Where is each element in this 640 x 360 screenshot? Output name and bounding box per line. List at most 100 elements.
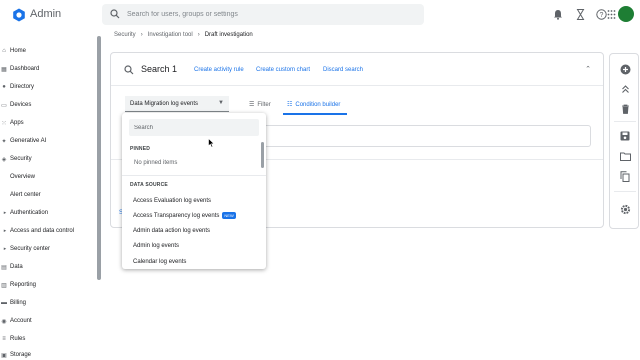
- sidebar-item-security-center[interactable]: ▸ Security center: [0, 242, 96, 256]
- breadcrumb: Security › Investigation tool › Draft in…: [114, 32, 253, 38]
- list-item-label: Access Transparency log events: [133, 212, 220, 219]
- help-icon[interactable]: ?: [596, 9, 607, 20]
- sidebar-item-label: Reporting: [10, 282, 37, 288]
- sidebar-item-label: Security: [10, 156, 32, 162]
- list-item[interactable]: Admin log events: [122, 238, 258, 253]
- tab-label: Filter: [257, 101, 271, 108]
- tab-label: Condition builder: [295, 101, 341, 108]
- divider: [122, 175, 266, 176]
- sidebar-item-label: Generative AI: [10, 138, 47, 144]
- dropdown-scrollbar[interactable]: [261, 142, 264, 168]
- mouse-cursor-icon: [208, 138, 215, 148]
- billing-icon: ▬: [1, 300, 7, 306]
- search-card-header: Search 1 Create activity rule Create cus…: [111, 53, 603, 86]
- reporting-icon: ▥: [1, 282, 7, 289]
- sidebar-item-devices[interactable]: ▭ Devices: [0, 98, 96, 112]
- chevron-right-icon: ›: [140, 32, 143, 38]
- list-item[interactable]: Access Transparency log events NEW: [122, 208, 258, 223]
- right-toolbar: [609, 53, 639, 229]
- sidebar: ⌂ Home ▦ Dashboard ● Directory ▭ Devices ⁙ Ap…: [0, 40, 100, 360]
- dropdown-search-input[interactable]: [134, 121, 254, 134]
- sidebar-item-label: Directory: [10, 84, 35, 90]
- app-launcher-icon[interactable]: [607, 9, 616, 20]
- hourglass-icon[interactable]: [576, 9, 585, 20]
- sidebar-item-generative-ai[interactable]: ✦ Generative AI: [0, 134, 96, 148]
- folder-icon[interactable]: [618, 149, 632, 163]
- add-icon[interactable]: [618, 62, 632, 76]
- shield-icon: ◈: [1, 156, 7, 163]
- sidebar-item-reporting[interactable]: ▥ Reporting: [0, 278, 96, 292]
- sidebar-item-access-and-data-control[interactable]: ▸ Access and data control: [0, 224, 96, 238]
- sidebar-item-label: Alert center: [10, 192, 41, 198]
- sidebar-item-label: Security center: [10, 246, 51, 252]
- sidebar-item-label: Data: [10, 264, 23, 270]
- sidebar-item-label: Authentication: [10, 210, 49, 216]
- condition-builder-icon: ☷: [287, 102, 293, 108]
- sidebar-item-label: Rules: [10, 336, 26, 342]
- delete-icon[interactable]: [618, 102, 632, 116]
- caret-right-icon: ▸: [3, 246, 7, 252]
- list-item-label: Calendar log events: [133, 258, 187, 265]
- sidebar-item-data[interactable]: ▤ Data: [0, 260, 96, 274]
- sidebar-item-directory[interactable]: ● Directory: [0, 80, 96, 94]
- create-activity-rule-link[interactable]: Create activity rule: [194, 67, 244, 73]
- tab-filter[interactable]: ☰ Filter: [249, 101, 271, 109]
- search-input[interactable]: [127, 7, 407, 22]
- sidebar-item-label: Overview: [10, 174, 36, 180]
- sidebar-item-label: Billing: [10, 300, 27, 306]
- chevron-right-icon: ›: [197, 32, 200, 38]
- breadcrumb-item-investigation-tool[interactable]: Investigation tool: [148, 32, 193, 38]
- sidebar-item-authentication[interactable]: ▸ Authentication: [0, 206, 96, 220]
- sidebar-item-security[interactable]: ◈ Security: [0, 152, 96, 166]
- sidebar-item-label: Access and data control: [10, 228, 75, 234]
- collapse-all-icon[interactable]: [618, 82, 632, 96]
- breadcrumb-item-security[interactable]: Security: [114, 32, 136, 38]
- data-icon: ▤: [1, 264, 7, 271]
- chevron-up-icon[interactable]: ⌃: [585, 65, 591, 73]
- sidebar-item-apps[interactable]: ⁙ Apps: [0, 116, 96, 130]
- list-item[interactable]: Calendar log events: [122, 254, 258, 269]
- sidebar-item-account[interactable]: ◉ Account: [0, 314, 96, 328]
- sidebar-item-label: Devices: [10, 102, 32, 108]
- discard-search-link[interactable]: Discard search: [323, 67, 363, 73]
- save-icon[interactable]: [618, 129, 632, 143]
- admin-logo-icon[interactable]: [12, 8, 26, 22]
- create-custom-chart-link[interactable]: Create custom chart: [256, 67, 310, 73]
- sidebar-scrollbar[interactable]: [97, 36, 101, 280]
- settings-icon[interactable]: [618, 202, 632, 216]
- sidebar-item-storage[interactable]: ▣ Storage: [0, 348, 96, 360]
- sidebar-item-label: Home: [10, 48, 27, 54]
- list-item[interactable]: Access Evaluation log events: [122, 193, 258, 208]
- sidebar-item-overview[interactable]: Overview: [0, 170, 96, 184]
- sidebar-item-dashboard[interactable]: ▦ Dashboard: [0, 62, 96, 76]
- sidebar-item-home[interactable]: ⌂ Home: [0, 44, 96, 58]
- apps-icon: ⁙: [1, 120, 7, 127]
- global-search[interactable]: [102, 4, 424, 25]
- copy-icon[interactable]: [618, 169, 632, 183]
- data-source-select[interactable]: Data Migration log events ▼: [125, 96, 229, 112]
- list-item[interactable]: Admin data action log events: [122, 223, 258, 238]
- search-title: Search 1: [141, 64, 178, 74]
- dropdown-arrow-icon: ▼: [218, 100, 224, 106]
- account-icon: ◉: [1, 318, 7, 325]
- new-badge: NEW: [222, 212, 236, 219]
- sidebar-item-billing[interactable]: ▬ Billing: [0, 296, 96, 310]
- bell-icon[interactable]: [553, 9, 563, 20]
- pinned-header: PINNED: [130, 146, 151, 152]
- search-icon: [124, 65, 134, 75]
- tab-condition-builder[interactable]: ☷ Condition builder: [287, 101, 341, 109]
- caret-right-icon: ▸: [3, 228, 7, 234]
- divider: [614, 191, 636, 192]
- dropdown-search[interactable]: [129, 119, 259, 136]
- data-source-header: DATA SOURCE: [130, 182, 168, 188]
- caret-right-icon: ▸: [3, 210, 7, 216]
- avatar[interactable]: [618, 6, 634, 22]
- sidebar-item-rules[interactable]: ≡ Rules: [0, 332, 96, 346]
- sidebar-item-alert-center[interactable]: Alert center: [0, 188, 96, 202]
- pinned-empty-text: No pinned items: [134, 160, 178, 166]
- divider: [614, 121, 636, 122]
- devices-icon: ▭: [1, 102, 7, 109]
- sparkle-icon: ✦: [1, 138, 7, 145]
- sidebar-item-label: Dashboard: [10, 66, 40, 72]
- breadcrumb-item-current: Draft investigation: [204, 32, 253, 38]
